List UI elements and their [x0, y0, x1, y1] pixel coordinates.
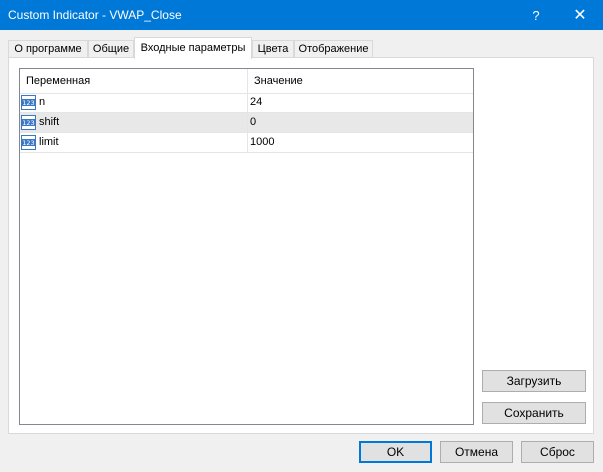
- table-row[interactable]: 123 shift 0: [20, 113, 473, 133]
- reset-button[interactable]: Сброс: [521, 441, 594, 463]
- tab-about[interactable]: О программе: [8, 40, 88, 57]
- custom-indicator-dialog: Custom Indicator - VWAP_Close ? ✕ О прог…: [0, 0, 603, 472]
- table-row[interactable]: 123 limit 1000: [20, 133, 473, 153]
- column-header-variable[interactable]: Переменная: [20, 69, 248, 93]
- svg-text:123: 123: [22, 139, 34, 147]
- tab-common[interactable]: Общие: [88, 40, 134, 57]
- variable-cell: 123 n: [20, 93, 248, 112]
- load-button[interactable]: Загрузить: [482, 370, 586, 392]
- variable-cell: 123 shift: [20, 113, 248, 132]
- table-row[interactable]: 123 n 24: [20, 93, 473, 113]
- numeric-123-icon: 123: [21, 135, 36, 150]
- ok-button[interactable]: OK: [359, 441, 432, 463]
- cancel-button[interactable]: Отмена: [440, 441, 513, 463]
- tab-inputs[interactable]: Входные параметры: [134, 37, 252, 59]
- help-icon: ?: [532, 7, 540, 23]
- svg-text:123: 123: [22, 119, 34, 127]
- variable-cell: 123 limit: [20, 133, 248, 152]
- parameters-grid[interactable]: Переменная Значение 123 n 24 123 shift 0…: [19, 68, 474, 425]
- close-icon: ✕: [573, 7, 587, 24]
- value-cell-n[interactable]: 24: [248, 93, 473, 112]
- help-button[interactable]: ?: [516, 0, 556, 30]
- numeric-123-icon: 123: [21, 115, 36, 130]
- window-title: Custom Indicator - VWAP_Close: [8, 8, 182, 22]
- variable-name: shift: [39, 116, 60, 128]
- save-button[interactable]: Сохранить: [482, 402, 586, 424]
- variable-name: n: [39, 96, 46, 108]
- numeric-123-icon: 123: [21, 95, 36, 110]
- column-header-value[interactable]: Значение: [248, 69, 473, 93]
- value-cell-shift[interactable]: 0: [248, 113, 473, 132]
- svg-text:123: 123: [22, 99, 34, 107]
- tab-colors[interactable]: Цвета: [252, 40, 294, 57]
- grid-header: Переменная Значение: [20, 69, 473, 94]
- title-bar[interactable]: Custom Indicator - VWAP_Close ? ✕: [0, 0, 603, 30]
- variable-name: limit: [39, 136, 59, 148]
- tab-visualization[interactable]: Отображение: [294, 40, 373, 57]
- value-cell-limit[interactable]: 1000: [248, 133, 473, 152]
- close-button[interactable]: ✕: [560, 0, 600, 30]
